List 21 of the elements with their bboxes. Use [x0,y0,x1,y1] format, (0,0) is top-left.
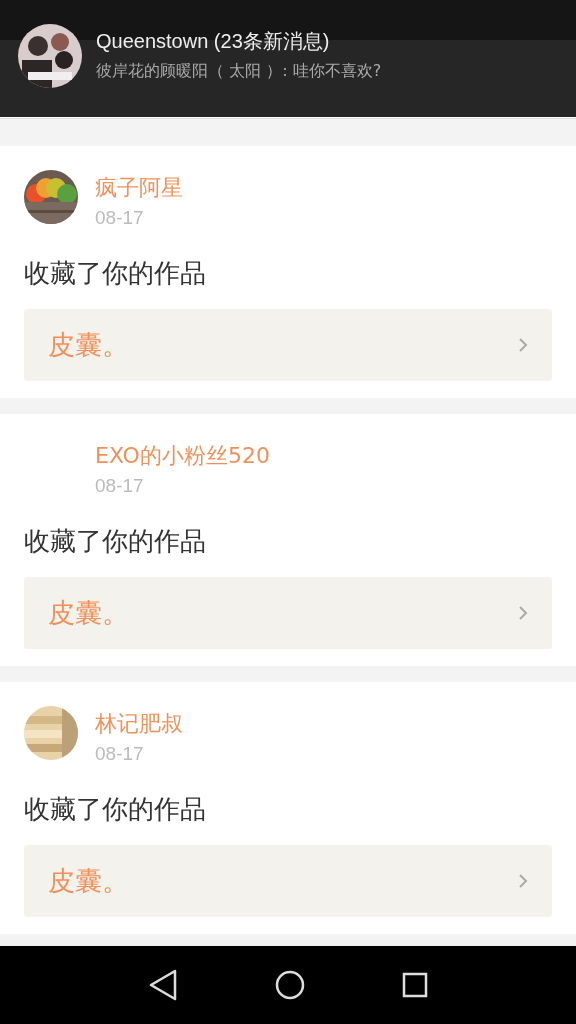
back-icon[interactable] [148,969,179,1001]
user-name[interactable]: 疯子阿星 [95,173,183,203]
work-link[interactable]: 皮囊。 [24,577,552,649]
chevron-icon [518,873,528,889]
message-text: 收藏了你的作品 [24,793,207,826]
notification-title: Queenstown (23条新消息) [96,29,331,54]
user-name[interactable]: 林记肥叔 [95,709,183,739]
chevron-icon [518,605,528,621]
message-date: 08-17 [95,207,145,229]
user-name[interactable]: EXO的小粉丝520 [95,441,270,471]
work-link[interactable]: 皮囊。 [24,309,552,381]
message-date: 08-17 [95,743,145,765]
message-date: 08-17 [95,475,145,497]
work-link[interactable]: 皮囊。 [24,845,552,917]
chevron-icon [518,337,528,353]
notification-text: 彼岸花的顾暖阳（ 太阳 ）: 哇你不喜欢? [96,61,382,82]
notification-banner[interactable]: Queenstown (23条新消息) 彼岸花的顾暖阳（ 太阳 ）: 哇你不喜欢? [0,0,576,117]
message-text: 收藏了你的作品 [24,525,207,558]
home-icon[interactable] [275,970,305,1000]
recents-icon[interactable] [401,972,428,998]
message-text: 收藏了你的作品 [24,257,207,290]
